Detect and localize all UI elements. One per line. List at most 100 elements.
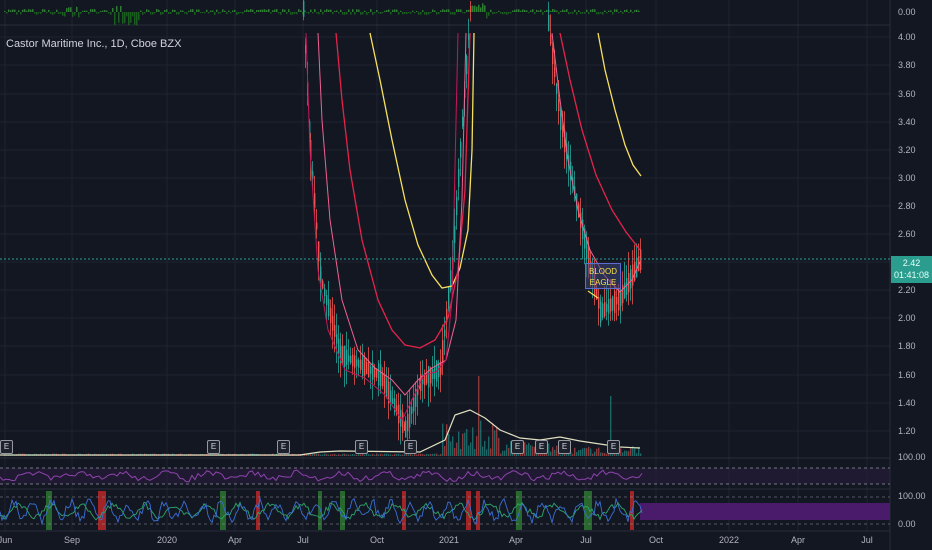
histogram-bar — [442, 9, 444, 12]
histogram-bar — [134, 12, 136, 25]
histogram-bar — [602, 12, 604, 15]
histogram-bar — [24, 9, 26, 12]
candle-body — [346, 349, 348, 365]
histogram-bar — [226, 12, 228, 15]
histogram-bar — [44, 9, 46, 12]
volume-bar — [504, 450, 506, 456]
histogram-bar — [64, 12, 66, 17]
histogram-bar — [536, 9, 538, 12]
earnings-badge[interactable]: E — [511, 440, 524, 454]
volume-bar — [384, 453, 386, 456]
histogram-bar — [570, 12, 572, 14]
histogram-bar — [60, 12, 62, 14]
volume-bar — [348, 454, 350, 456]
histogram-bar — [118, 12, 120, 23]
histogram-bar — [572, 12, 574, 14]
earnings-badge[interactable]: E — [277, 440, 290, 454]
histogram-bar — [284, 9, 286, 12]
histogram-bar — [420, 12, 422, 15]
candle-body — [450, 270, 452, 291]
volume-bar — [320, 454, 322, 456]
volume-bar — [412, 454, 414, 456]
histogram-bar — [104, 10, 106, 12]
histogram-bar — [70, 7, 72, 12]
last-price-tag: 2.42 01:41:08 — [891, 256, 932, 283]
chart-canvas[interactable]: 4.003.803.603.403.203.002.802.602.402.20… — [0, 0, 932, 550]
histogram-bar — [432, 9, 434, 12]
volume-bar — [604, 452, 606, 456]
volume-bar — [370, 454, 372, 456]
histogram-bar — [128, 12, 130, 26]
last-price-value: 2.42 — [902, 258, 921, 268]
histogram-bar — [54, 12, 56, 14]
histogram-bar — [486, 12, 488, 19]
histogram-tick-label: 0.00 — [898, 7, 916, 17]
histogram-bar — [108, 12, 110, 14]
histogram-bar — [262, 9, 264, 12]
candle-body — [602, 303, 604, 318]
histogram-bar — [224, 10, 226, 12]
histogram-bar — [562, 9, 564, 12]
histogram-bar — [78, 12, 80, 18]
candle-body — [409, 405, 411, 428]
histogram-bar — [372, 12, 374, 15]
volume-bar — [472, 427, 474, 456]
earnings-badge[interactable]: E — [535, 440, 548, 454]
histogram-bar — [252, 9, 254, 12]
histogram-bar — [414, 12, 416, 14]
earnings-badge[interactable]: E — [558, 440, 571, 454]
histogram-bar — [10, 10, 12, 12]
volume-bar — [506, 444, 508, 456]
histogram-bar — [430, 12, 432, 14]
volume-bar — [414, 453, 416, 456]
volume-bar — [388, 454, 390, 456]
histogram-bar — [530, 10, 532, 12]
histogram-bar — [502, 12, 504, 15]
histogram-bar — [622, 12, 624, 14]
histogram-bar — [34, 12, 36, 14]
histogram-bar — [608, 10, 610, 12]
histogram-bar — [474, 5, 476, 12]
blood-eagle-annotation[interactable]: BLOOD EAGLE — [585, 263, 621, 289]
volume-bar — [338, 454, 340, 456]
earnings-badge[interactable]: E — [355, 440, 368, 454]
volume-bar — [334, 453, 336, 456]
histogram-bar — [524, 9, 526, 12]
candle-body — [606, 303, 608, 312]
histogram-bar — [212, 10, 214, 12]
volume-bar — [430, 453, 432, 456]
histogram-bar — [310, 9, 312, 12]
candle-body — [624, 282, 626, 298]
volume-bar — [380, 453, 382, 456]
histogram-bar — [606, 12, 608, 14]
price-tick-label: 3.20 — [898, 145, 916, 155]
volume-bar — [508, 448, 510, 456]
histogram-bar — [374, 12, 376, 14]
histogram-bar — [332, 12, 334, 15]
candle-body — [356, 359, 358, 366]
time-tick-label: Apr — [228, 535, 242, 545]
candle-body — [462, 117, 464, 127]
annotation-line-2: EAGLE — [589, 278, 617, 287]
histogram-bar — [588, 12, 590, 15]
volume-bar — [634, 448, 636, 456]
histogram-bar — [278, 12, 280, 14]
histogram-bar — [286, 12, 288, 15]
earnings-badge[interactable]: E — [607, 440, 620, 454]
histogram-bar — [68, 7, 70, 12]
histogram-bar — [358, 9, 360, 12]
earnings-badge[interactable]: E — [207, 440, 220, 454]
earnings-badge[interactable]: E — [404, 440, 417, 454]
candle-body — [640, 249, 642, 270]
earnings-badge[interactable]: E — [0, 440, 13, 454]
candle-body — [370, 366, 372, 374]
volume-bar — [368, 454, 370, 456]
histogram-bar — [542, 12, 544, 15]
histogram-bar — [144, 12, 146, 14]
histogram-bar — [36, 12, 38, 15]
histogram-bar — [590, 9, 592, 12]
candle-body — [360, 359, 362, 370]
volume-bar — [492, 423, 494, 456]
volume-bar — [478, 376, 480, 456]
histogram-bar — [638, 10, 640, 12]
